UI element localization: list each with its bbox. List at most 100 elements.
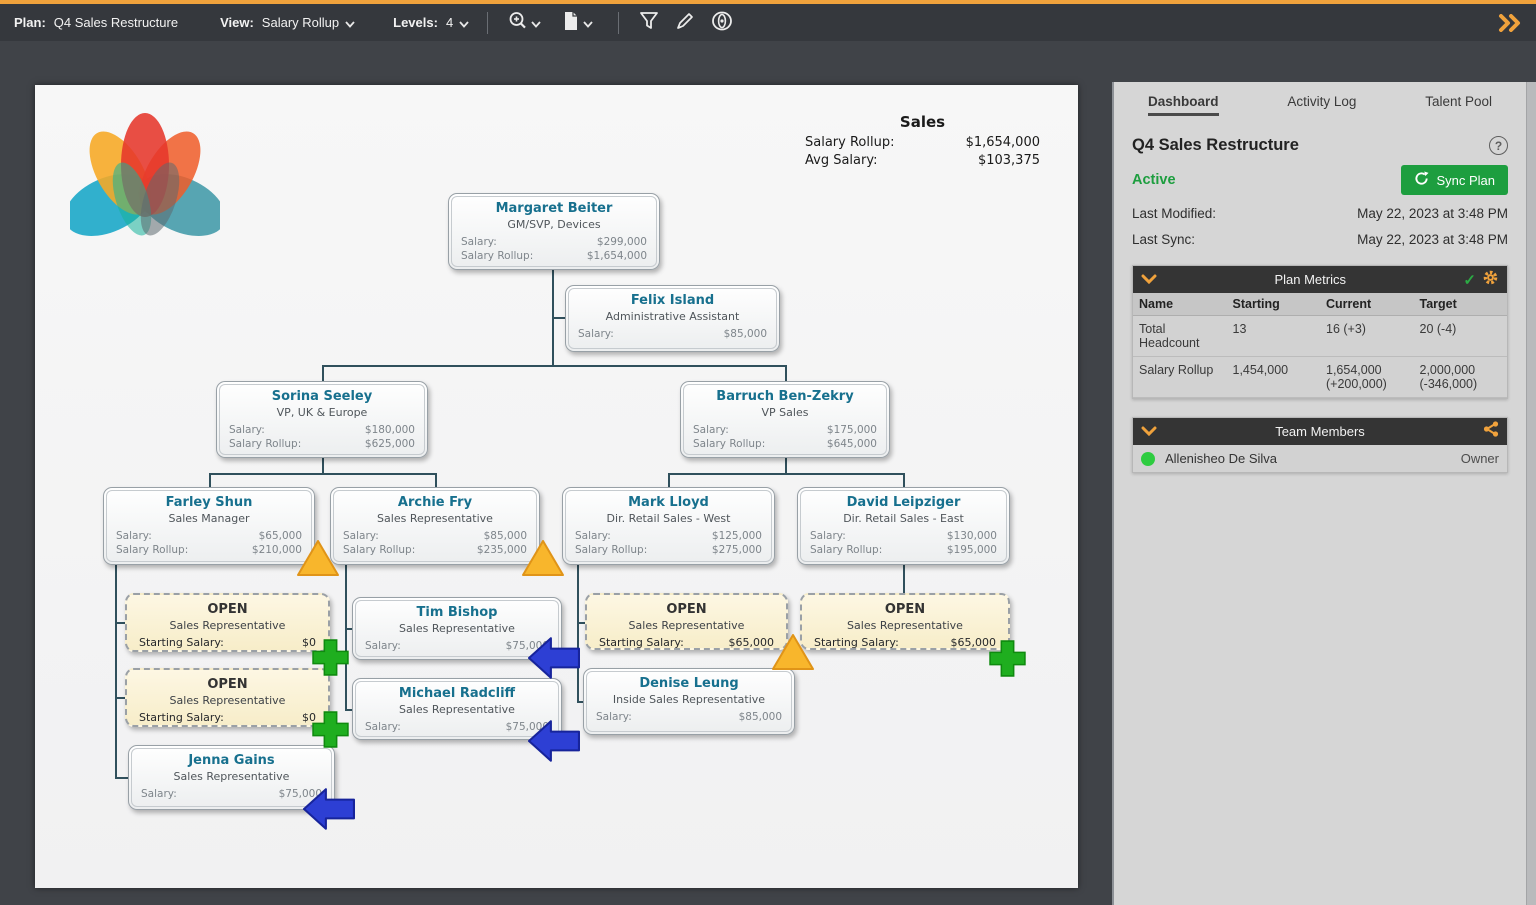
- visibility-button[interactable]: [710, 10, 734, 35]
- connector-line: [209, 473, 437, 475]
- warning-triangle-icon[interactable]: [771, 632, 815, 677]
- gear-icon[interactable]: [1482, 269, 1499, 291]
- org-node-farley-shun[interactable]: Farley Shun Sales Manager Salary:$65,000…: [103, 487, 315, 565]
- field-value: $275,000: [712, 543, 762, 557]
- tab-dashboard[interactable]: Dashboard: [1148, 94, 1219, 116]
- refresh-icon: [1414, 171, 1429, 189]
- field-label: Salary:: [810, 529, 846, 543]
- column-header: Target: [1414, 293, 1508, 316]
- share-icon[interactable]: [1483, 421, 1499, 442]
- add-position-icon[interactable]: [311, 638, 350, 682]
- last-modified-value: May 22, 2023 at 3:48 PM: [1357, 206, 1508, 221]
- connector-line: [577, 622, 585, 624]
- node-title: Sales Representative: [129, 769, 334, 784]
- node-title: VP Sales: [681, 405, 889, 420]
- field-value: $645,000: [827, 437, 877, 451]
- node-name: Felix Island: [566, 293, 779, 309]
- org-node-margaret-beiter[interactable]: Margaret Beiter GM/SVP, Devices Salary:$…: [448, 193, 660, 270]
- tab-talent-pool[interactable]: Talent Pool: [1425, 94, 1492, 116]
- plan-title: Q4 Sales Restructure: [1132, 136, 1299, 155]
- toolbar-divider: [487, 12, 488, 34]
- toolbar-divider: [618, 12, 619, 34]
- magnifier-icon: [507, 10, 529, 35]
- plan-selector[interactable]: Plan: Q4 Sales Restructure: [0, 15, 182, 30]
- org-node-open-position-3[interactable]: OPEN Sales Representative Starting Salar…: [585, 593, 788, 650]
- eye-icon: [710, 10, 734, 35]
- moved-in-arrow-icon[interactable]: [528, 635, 580, 686]
- field-label: Salary:: [596, 710, 632, 724]
- view-value: Salary Rollup: [262, 15, 339, 30]
- connector-line: [322, 458, 324, 473]
- connector-line: [785, 365, 787, 381]
- company-logo: [70, 107, 220, 252]
- view-label: View:: [220, 15, 254, 30]
- field-label: Salary:: [343, 529, 379, 543]
- org-node-mark-lloyd[interactable]: Mark Lloyd Dir. Retail Sales - West Sala…: [562, 487, 775, 565]
- org-node-barruch-ben-zekry[interactable]: Barruch Ben-Zekry VP Sales Salary:$175,0…: [680, 381, 890, 458]
- moved-in-arrow-icon[interactable]: [303, 786, 355, 837]
- node-name: Denise Leung: [584, 676, 794, 692]
- connector-line: [785, 458, 787, 473]
- chart-title: Sales: [805, 113, 1040, 131]
- tab-activity-log[interactable]: Activity Log: [1287, 94, 1356, 116]
- table-row: Salary Rollup 1,454,000 1,654,000 (+200,…: [1133, 357, 1507, 398]
- export-document-button[interactable]: [561, 10, 599, 35]
- add-position-icon[interactable]: [311, 710, 350, 754]
- org-node-open-position-1[interactable]: OPEN Sales Representative Starting Salar…: [125, 593, 330, 652]
- double-chevron-right-icon: [1498, 20, 1524, 35]
- node-title: Administrative Assistant: [566, 309, 779, 324]
- expand-panel-button[interactable]: [1498, 14, 1524, 35]
- plan-metrics-card: Plan Metrics ✓ Name Starting Current Tar…: [1132, 265, 1508, 399]
- field-label: Salary:: [141, 787, 177, 801]
- org-node-archie-fry[interactable]: Archie Fry Sales Representative Salary:$…: [330, 487, 540, 565]
- org-node-david-leipziger[interactable]: David Leipziger Dir. Retail Sales - East…: [797, 487, 1010, 565]
- org-node-open-position-2[interactable]: OPEN Sales Representative Starting Salar…: [125, 668, 330, 727]
- node-title: Dir. Retail Sales - East: [798, 511, 1009, 526]
- team-members-title: Team Members: [1157, 424, 1483, 439]
- panel-scrollbar[interactable]: [1526, 82, 1536, 905]
- field-label: Starting Salary:: [139, 636, 224, 650]
- help-icon[interactable]: ?: [1489, 136, 1508, 155]
- warning-triangle-icon[interactable]: [521, 538, 565, 583]
- metric-current: 16 (+3): [1320, 316, 1414, 357]
- org-chart-canvas[interactable]: Sales Salary Rollup:$1,654,000 Avg Salar…: [35, 85, 1078, 888]
- collapse-chevron-icon[interactable]: [1141, 423, 1157, 441]
- metric-starting: 1,454,000: [1227, 357, 1321, 398]
- summary-value: $103,375: [978, 152, 1040, 170]
- sync-plan-button[interactable]: Sync Plan: [1401, 165, 1508, 195]
- chevron-down-icon: [531, 16, 541, 31]
- field-value: $180,000: [365, 423, 415, 437]
- sync-plan-label: Sync Plan: [1436, 173, 1495, 188]
- table-row: Total Headcount 13 16 (+3) 20 (-4): [1133, 316, 1507, 357]
- org-node-sorina-seeley[interactable]: Sorina Seeley VP, UK & Europe Salary:$18…: [216, 381, 428, 458]
- node-name: OPEN: [127, 677, 328, 693]
- zoom-menu-button[interactable]: [507, 10, 547, 35]
- node-title: Sales Representative: [127, 693, 328, 708]
- field-label: Salary:: [693, 423, 729, 437]
- annotate-button[interactable]: [674, 10, 696, 35]
- view-selector[interactable]: View: Salary Rollup: [206, 14, 361, 31]
- node-title: Sales Representative: [353, 621, 561, 636]
- connector-line: [668, 473, 905, 475]
- moved-in-arrow-icon[interactable]: [528, 718, 580, 769]
- collapse-chevron-icon[interactable]: [1141, 271, 1157, 289]
- last-sync-label: Last Sync:: [1132, 232, 1195, 247]
- field-label: Salary:: [575, 529, 611, 543]
- warning-triangle-icon[interactable]: [296, 538, 340, 583]
- online-status-icon: [1141, 452, 1155, 466]
- org-node-denise-leung[interactable]: Denise Leung Inside Sales Representative…: [583, 668, 795, 735]
- team-member-row[interactable]: Allenisheo De Silva Owner: [1133, 445, 1507, 472]
- metrics-ok-icon: ✓: [1463, 271, 1476, 289]
- levels-value: 4: [446, 15, 453, 30]
- org-node-open-position-4[interactable]: OPEN Sales Representative Starting Salar…: [800, 593, 1010, 650]
- summary-label: Avg Salary:: [805, 152, 877, 170]
- chevron-down-icon: [583, 16, 593, 31]
- field-value: $210,000: [252, 543, 302, 557]
- metric-name: Salary Rollup: [1133, 357, 1227, 398]
- team-members-card: Team Members Allenisheo De Silva Owner: [1132, 417, 1508, 473]
- connector-line: [668, 473, 670, 487]
- levels-selector[interactable]: Levels: 4: [379, 14, 475, 31]
- add-position-icon[interactable]: [988, 639, 1027, 683]
- org-node-felix-island[interactable]: Felix Island Administrative Assistant Sa…: [565, 285, 780, 352]
- filter-button[interactable]: [638, 10, 660, 35]
